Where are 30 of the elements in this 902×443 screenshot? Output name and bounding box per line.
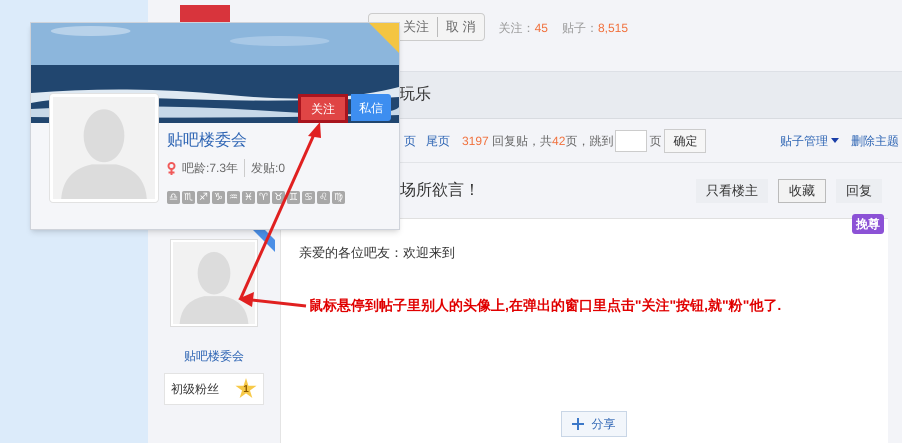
follow-user-button[interactable]: 关注: [298, 94, 348, 123]
manage-menu[interactable]: 贴子管理: [780, 132, 839, 150]
page-link[interactable]: 页: [404, 132, 416, 150]
caret-icon: [831, 138, 839, 143]
author-name[interactable]: 贴吧楼委会: [184, 347, 244, 365]
thread-action-button[interactable]: 只看楼主: [696, 178, 768, 202]
rank-label: 初级粉丝: [171, 381, 219, 398]
post-count: 发贴:0: [250, 160, 286, 177]
delete-topic-link[interactable]: 删除主题: [851, 132, 899, 150]
confirm-button[interactable]: 确定: [664, 128, 706, 152]
post-count: 贴子：8,515: [562, 20, 628, 37]
message-button[interactable]: 私信: [351, 94, 391, 121]
share-button[interactable]: 分享: [560, 411, 626, 437]
thread-title: 场所欲言！: [400, 180, 480, 200]
annotation-text: 鼠标悬停到帖子里别人的头像上,在弹出的窗口里点击"关注"按钮,就"粉"他了.: [309, 296, 782, 315]
page-input[interactable]: [615, 130, 648, 152]
plus-icon: [572, 418, 584, 430]
thread-action-button[interactable]: 回复: [836, 178, 882, 202]
page-info: 3197 回复贴，共42页，跳到: [462, 132, 614, 150]
page-suffix: 页: [649, 132, 662, 150]
praise-badge[interactable]: 挽尊: [852, 214, 884, 234]
follow-count: 关注：45: [498, 20, 548, 37]
post-body: 亲爱的各位吧友：欢迎来到: [299, 244, 456, 262]
forum-tab[interactable]: 玩乐: [399, 83, 431, 107]
cancel-button[interactable]: 取 消: [438, 17, 476, 37]
last-page-link[interactable]: 尾页: [426, 132, 450, 150]
forum-age: 吧龄:7.3年: [182, 159, 246, 177]
corner-ribbon-icon: [253, 230, 275, 252]
thread-action-button[interactable]: 收藏: [778, 178, 826, 202]
user-name[interactable]: 贴吧楼委会: [167, 129, 345, 153]
